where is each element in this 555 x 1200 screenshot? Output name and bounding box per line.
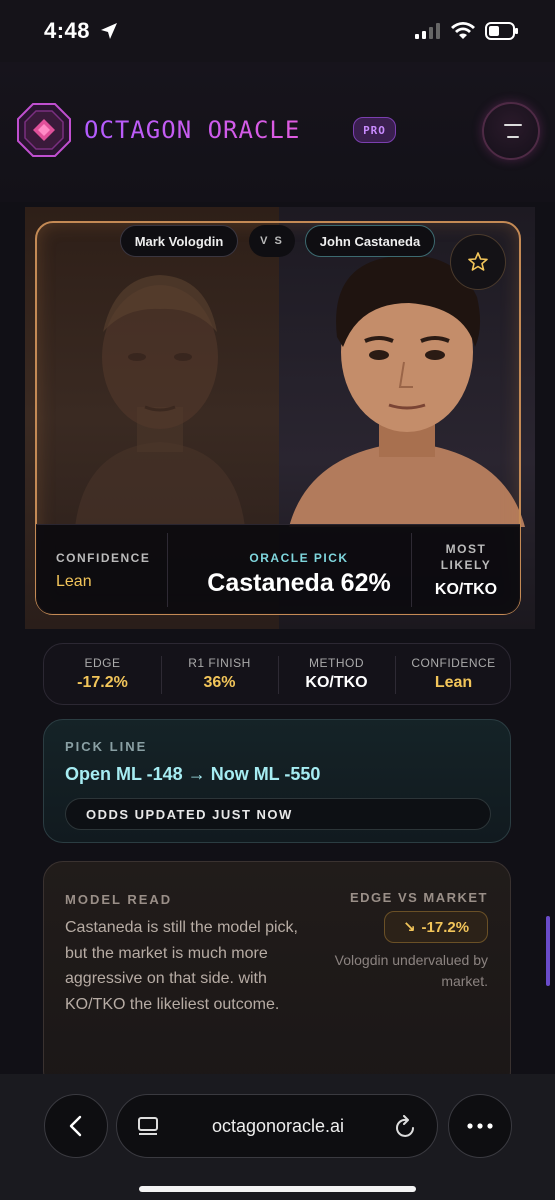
trend-down-icon: ↘	[402, 919, 416, 936]
reload-icon[interactable]	[395, 1115, 417, 1139]
oracle-pick-label: ORACLE PICK	[249, 551, 349, 565]
star-icon	[468, 252, 488, 271]
metric-edge: EDGE -17.2%	[44, 644, 161, 706]
url-text[interactable]: octagonoracle.ai	[117, 1116, 439, 1137]
favorite-button[interactable]	[450, 234, 506, 290]
vs-label: V S	[249, 225, 295, 257]
oracle-pick-value: Castaneda 62%	[207, 569, 391, 597]
home-indicator	[139, 1186, 416, 1192]
fighter-a-name[interactable]: Mark Vologdin	[120, 225, 238, 257]
confidence-label: CONFIDENCE	[56, 551, 151, 565]
main-content: Mark Vologdin V S John Castaneda CONFIDE…	[0, 202, 555, 1091]
app-header: OCTAGON ORACLE PRO	[0, 62, 555, 252]
metric-r1-finish: R1 FINISH 36%	[161, 644, 278, 706]
signal-icon	[415, 23, 440, 39]
metric-value: Lean	[434, 674, 473, 691]
hamburger-icon	[504, 124, 522, 126]
brand-title: OCTAGON ORACLE	[84, 116, 301, 144]
status-time: 4:48	[44, 18, 91, 43]
address-bar[interactable]: octagonoracle.ai	[116, 1094, 438, 1158]
battery-icon	[485, 22, 518, 40]
metrics-row: EDGE -17.2% R1 FINISH 36% METHOD KO/TKO …	[43, 643, 511, 705]
undervalued-note: Vologdin undervalued by market.	[334, 952, 488, 989]
divider	[411, 533, 412, 607]
more-button[interactable]	[448, 1094, 512, 1158]
most-likely-value: KO/TKO	[434, 581, 498, 598]
odds-updated-chip: ODDS UPDATED JUST NOW	[65, 798, 491, 830]
metric-value: 36%	[203, 674, 236, 691]
model-read-card: MODEL READ Castaneda is still the model …	[43, 861, 511, 1091]
metric-label: CONFIDENCE	[411, 656, 496, 670]
more-icon	[467, 1123, 493, 1129]
fighter-b-name[interactable]: John Castaneda	[305, 225, 435, 257]
octagon-logo-icon[interactable]	[16, 102, 72, 158]
prediction-strip: CONFIDENCE Lean ORACLE PICK Castaneda 62…	[36, 524, 520, 614]
wifi-icon	[451, 22, 475, 39]
back-chevron-icon	[69, 1115, 82, 1137]
metric-confidence: CONFIDENCE Lean	[395, 644, 512, 706]
metric-value: -17.2%	[77, 674, 128, 691]
location-arrow-icon	[101, 23, 117, 39]
edge-vs-market-label: EDGE VS MARKET	[349, 890, 488, 905]
back-button[interactable]	[44, 1094, 108, 1158]
pick-line-label: PICK LINE	[65, 739, 148, 754]
metric-label: EDGE	[84, 656, 121, 670]
edge-vs-market-value: -17.2%	[421, 918, 470, 936]
hamburger-menu-button[interactable]	[482, 102, 540, 160]
pick-line-card: PICK LINE Open ML -148 → Now ML -550 ODD…	[43, 719, 511, 843]
browser-toolbar: octagonoracle.ai	[0, 1074, 555, 1200]
most-likely-label-line1: MOST	[445, 542, 487, 556]
fight-card: Mark Vologdin V S John Castaneda CONFIDE…	[25, 207, 535, 629]
scrollbar[interactable]	[546, 916, 550, 986]
edge-vs-market-badge: ↘ -17.2%	[384, 911, 488, 943]
status-bar: 4:48	[0, 0, 555, 62]
model-read-text: Castaneda is still the model pick, but t…	[65, 919, 298, 1013]
hamburger-icon-bar	[507, 136, 519, 138]
model-read-label: MODEL READ	[65, 892, 173, 907]
pick-line-value: Open ML -148 → Now ML -550	[65, 764, 321, 784]
confidence-value: Lean	[56, 573, 92, 590]
metric-label: R1 FINISH	[188, 656, 251, 670]
most-likely-label: MOST LIKELY	[421, 541, 511, 573]
metric-method: METHOD KO/TKO	[278, 644, 395, 706]
metric-value: KO/TKO	[305, 674, 368, 691]
most-likely-label-line2: LIKELY	[440, 558, 492, 572]
divider	[167, 533, 168, 607]
metric-label: METHOD	[309, 656, 364, 670]
pro-badge: PRO	[353, 117, 396, 143]
